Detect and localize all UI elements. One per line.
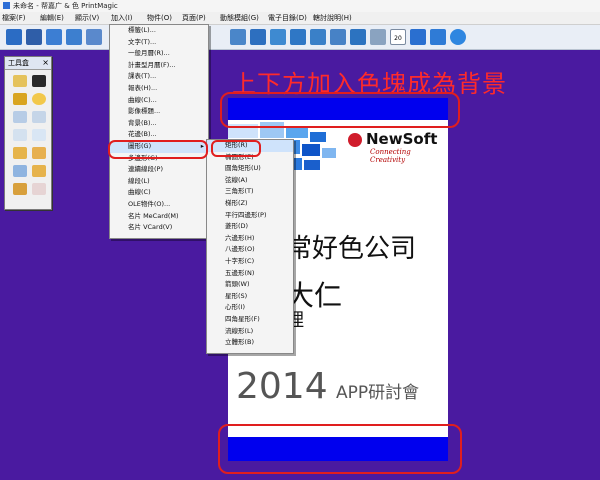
menu-item-ole-object[interactable]: OLE物件(O)... (110, 199, 208, 211)
menu-object[interactable]: 物件(O) (147, 12, 172, 24)
window-title: 未命名 - 帮嘉广 & 色 PrintMagic (13, 2, 118, 10)
image-tool-icon[interactable] (32, 129, 46, 141)
menu-dynamic-module[interactable]: 動態模組(G) (220, 12, 259, 24)
image-icon[interactable] (330, 29, 346, 45)
image-icon[interactable] (270, 29, 286, 45)
logo-brand: NewSoft (366, 130, 438, 148)
menu-item-curve[interactable]: 曲線(C)... (110, 95, 208, 107)
toolbar: 20 (0, 25, 600, 50)
submenu-streamline[interactable]: 流線形(L) (207, 326, 293, 338)
event-title[interactable]: APP研討會 (336, 378, 419, 403)
top-band-highlight (220, 92, 460, 128)
fill-tool-icon[interactable] (13, 165, 27, 177)
menu-insert[interactable]: 加入(I) (111, 12, 133, 24)
menu-item-line[interactable]: 線段(L) (110, 176, 208, 188)
menu-bar: 檔案(F) 編輯(E) 顯示(V) 加入(I) 物件(O) 頁面(P) 動態模組… (0, 12, 600, 25)
menu-view[interactable]: 顯示(V) (75, 12, 99, 24)
toolbox-header: 工具盒 × (5, 57, 51, 70)
menu-item-background[interactable]: 背景(B)... (110, 118, 208, 130)
menu-item-image-title[interactable]: 影像標題... (110, 106, 208, 118)
menu-page[interactable]: 頁面(P) (182, 12, 206, 24)
color-tool-icon[interactable] (32, 183, 46, 195)
menu-item-timetable[interactable]: 課表(T)... (110, 71, 208, 83)
image-icon[interactable] (250, 29, 266, 45)
save-icon[interactable] (26, 29, 42, 45)
person-icon[interactable] (370, 29, 386, 45)
menu-item-mecard[interactable]: 名片 MeCard(M) (110, 211, 208, 223)
rectangle-tool-icon[interactable] (13, 111, 27, 123)
shape-menu-highlight (108, 140, 208, 159)
submenu-parallelogram[interactable]: 平行四邊形(P) (207, 210, 293, 222)
camera-icon[interactable] (350, 29, 366, 45)
menu-item-planner-calendar[interactable]: 計畫型月曆(F)... (110, 60, 208, 72)
menu-item-report[interactable]: 報表(H)... (110, 83, 208, 95)
transform-tool-icon[interactable] (13, 183, 27, 195)
ellipse-tool-icon[interactable] (32, 93, 46, 105)
close-icon[interactable]: × (42, 57, 49, 69)
help-icon[interactable] (410, 29, 426, 45)
event-year[interactable]: 2014 (236, 366, 328, 407)
print-preview-icon[interactable] (86, 29, 102, 45)
group-tool-icon[interactable] (32, 165, 46, 177)
open-folder-icon[interactable] (6, 29, 22, 45)
select-tool-icon[interactable] (13, 75, 27, 87)
monitor-icon[interactable] (66, 29, 82, 45)
submenu-diamond[interactable]: 菱形(D) (207, 221, 293, 233)
submenu-3d-shape[interactable]: 立體形(B) (207, 337, 293, 349)
print-icon[interactable] (46, 29, 62, 45)
logo-tagline: Connecting Creativity (370, 148, 411, 164)
submenu-pentagon[interactable]: 五邊形(N) (207, 268, 293, 280)
newsoft-logo: NewSoft Connecting Creativity (348, 130, 440, 164)
menu-item-vcard[interactable]: 名片 VCard(V) (110, 222, 208, 234)
submenu-trapezoid[interactable]: 梯形(Z) (207, 198, 293, 210)
menu-item-polyline[interactable]: 連續線段(P) (110, 164, 208, 176)
submenu-triangle[interactable]: 三角形(T) (207, 186, 293, 198)
submenu-rounded-rectangle[interactable]: 圓角矩形(U) (207, 163, 293, 175)
text-tool-icon[interactable] (32, 75, 46, 87)
copy-tool-icon[interactable] (13, 147, 27, 159)
submenu-star[interactable]: 星形(S) (207, 291, 293, 303)
submenu-heart[interactable]: 心形(I) (207, 302, 293, 314)
company-name[interactable]: 常好色公司 (286, 228, 416, 265)
submenu-cross[interactable]: 十字形(C) (207, 256, 293, 268)
refresh-icon[interactable] (430, 29, 446, 45)
image-icon[interactable] (310, 29, 326, 45)
insert-menu: 標籤(L)... 文字(T)... 一般月曆(R)... 計畫型月曆(F)...… (109, 24, 209, 239)
menu-edit[interactable]: 編輯(E) (40, 12, 64, 24)
menu-e-catalog[interactable]: 電子目錄(D) (268, 12, 307, 24)
calendar-icon[interactable]: 20 (390, 29, 406, 45)
toolbox-panel: 工具盒 × (4, 56, 52, 210)
menu-item-curve-2[interactable]: 曲線(C) (110, 187, 208, 199)
submenu-arrow[interactable]: 箭頭(W) (207, 279, 293, 291)
menu-item-text[interactable]: 文字(T)... (110, 37, 208, 49)
line-tool-icon[interactable] (13, 93, 27, 105)
logo-mark-icon (348, 133, 362, 147)
polygon-tool-icon[interactable] (32, 111, 46, 123)
app-icon (3, 2, 10, 9)
shape-submenu: 矩形(R) 橢圓形(E) 圓角矩形(U) 弦線(A) 三角形(T) 梯形(Z) … (206, 139, 294, 354)
magnifier-icon[interactable] (230, 29, 246, 45)
submenu-four-point-star[interactable]: 四角星形(F) (207, 314, 293, 326)
menu-item-monthly-calendar[interactable]: 一般月曆(R)... (110, 48, 208, 60)
menu-file[interactable]: 檔案(F) (2, 12, 26, 24)
submenu-chord[interactable]: 弦線(A) (207, 175, 293, 187)
frame-tool-icon[interactable] (32, 147, 46, 159)
menu-help[interactable]: 轄討說明(H) (313, 12, 352, 24)
toolbox-title: 工具盒 (8, 59, 29, 67)
bottom-band-highlight (218, 424, 462, 474)
submenu-hexagon[interactable]: 六邊形(H) (207, 233, 293, 245)
submenu-octagon[interactable]: 八邊形(O) (207, 244, 293, 256)
rectangle-submenu-highlight (211, 140, 261, 157)
image-icon[interactable] (290, 29, 306, 45)
menu-item-label[interactable]: 標籤(L)... (110, 25, 208, 37)
curve-tool-icon[interactable] (13, 129, 27, 141)
play-icon[interactable] (450, 29, 466, 45)
